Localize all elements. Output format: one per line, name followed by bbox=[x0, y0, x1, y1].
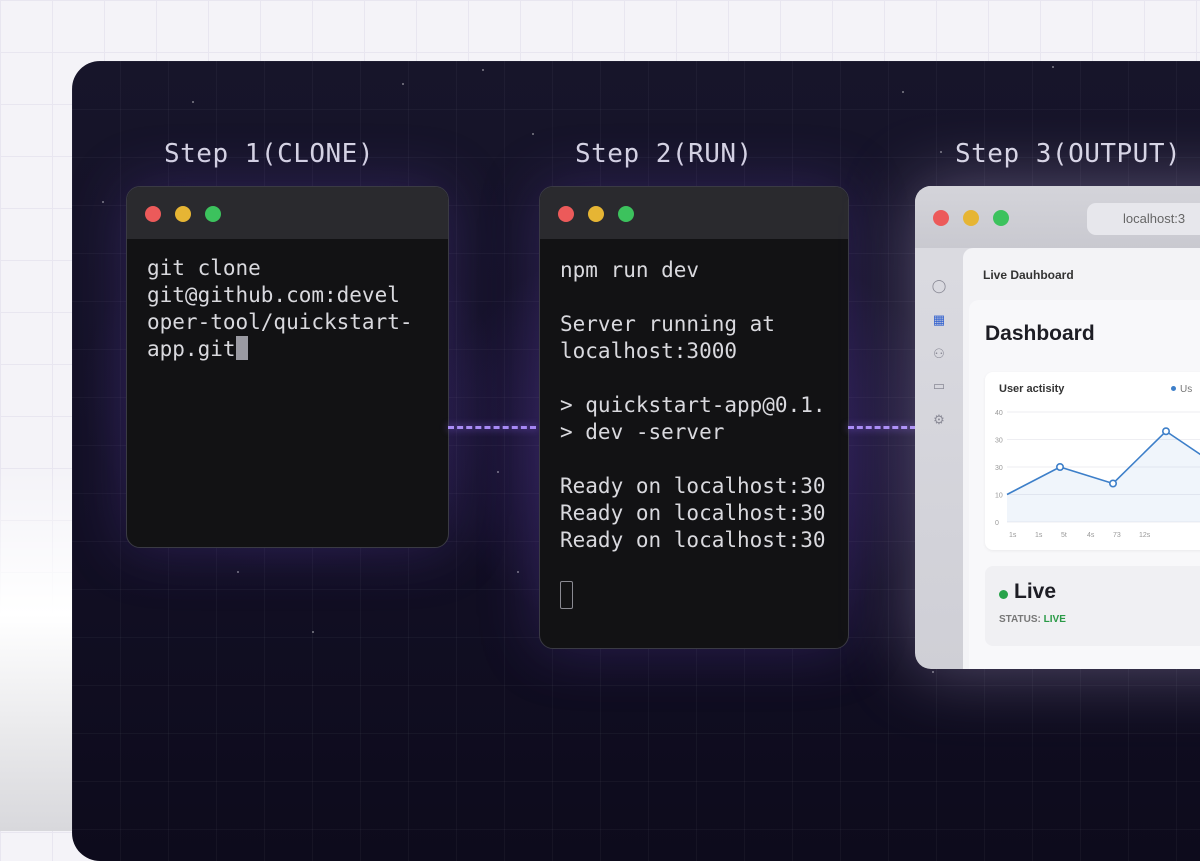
close-window-button[interactable] bbox=[558, 206, 574, 222]
dashboard-panel: Live Dauhboard Dashboard User actisity U… bbox=[963, 248, 1200, 669]
terminal-output[interactable]: npm run dev Server running at localhost:3… bbox=[540, 239, 848, 628]
data-point bbox=[1056, 463, 1065, 472]
browser-window: localhost:3 ◯ ▦ ⚇ ▭ ⚙ Live Dauhboard Das… bbox=[915, 186, 1200, 669]
live-label: Live bbox=[1014, 580, 1057, 603]
status-value: LIVE bbox=[1043, 614, 1066, 625]
x-tick-label: 5t bbox=[1061, 532, 1067, 539]
x-tick-label: 12s bbox=[1139, 532, 1151, 539]
folder-icon[interactable]: ▭ bbox=[931, 378, 947, 394]
terminal-titlebar bbox=[127, 187, 448, 239]
step-connector bbox=[448, 426, 536, 429]
terminal-line: app.git bbox=[147, 337, 236, 361]
terminal-line: git clone bbox=[147, 256, 261, 280]
settings-icon[interactable]: ⚙ bbox=[931, 412, 947, 428]
address-bar[interactable]: localhost:3 bbox=[1087, 203, 1200, 235]
y-tick-label: 40 bbox=[995, 410, 1003, 417]
x-tick-label: 1s bbox=[1035, 532, 1043, 539]
app-sidebar: ◯ ▦ ⚇ ▭ ⚙ bbox=[915, 248, 963, 669]
series-area bbox=[1007, 431, 1200, 522]
terminal-line: oper-tool/quickstart- bbox=[147, 310, 413, 334]
dashboard-card: Dashboard User actisity Us 0 10 30 30 40 1s 1s… bbox=[969, 300, 1200, 669]
text-cursor bbox=[560, 581, 573, 609]
y-tick-label: 30 bbox=[995, 465, 1003, 472]
terminal-output[interactable]: git clone git@github.com:devel oper-tool/q… bbox=[127, 239, 448, 379]
step-connector bbox=[848, 426, 916, 429]
x-tick-label: 4s bbox=[1087, 532, 1095, 539]
minimize-window-button[interactable] bbox=[175, 206, 191, 222]
terminal-line: git@github.com:devel bbox=[147, 283, 400, 307]
y-tick-label: 10 bbox=[995, 493, 1003, 500]
text-cursor bbox=[235, 336, 248, 360]
users-icon[interactable]: ⚇ bbox=[931, 346, 947, 362]
hero-stage: Step 1(CLONE) Step 2(RUN) Step 3(OUTPUT)… bbox=[72, 61, 1200, 861]
terminal-line: > dev -server bbox=[560, 420, 725, 444]
y-tick-label: 30 bbox=[995, 438, 1003, 445]
step-3-label: Step 3(OUTPUT) bbox=[955, 139, 1182, 169]
breadcrumb[interactable]: Live Dauhboard bbox=[983, 268, 1074, 282]
step-1-label: Step 1(CLONE) bbox=[164, 139, 374, 169]
terminal-titlebar bbox=[540, 187, 848, 239]
live-status-card: Live STATUS: LIVE bbox=[985, 566, 1200, 646]
terminal-line: Ready on localhost:30 bbox=[560, 501, 826, 525]
circle-icon[interactable]: ◯ bbox=[931, 278, 947, 294]
clone-terminal-window: git clone git@github.com:devel oper-tool/q… bbox=[126, 186, 449, 548]
run-terminal-window: npm run dev Server running at localhost:3… bbox=[539, 186, 849, 649]
terminal-line: Ready on localhost:30 bbox=[560, 528, 826, 552]
close-window-button[interactable] bbox=[145, 206, 161, 222]
background-fade bbox=[0, 470, 80, 831]
browser-titlebar: localhost:3 bbox=[915, 186, 1200, 248]
line-chart: 0 10 30 30 40 1s 1s 5t 4s 73 12s bbox=[995, 410, 1200, 539]
terminal-line: npm run dev bbox=[560, 258, 700, 282]
status-label: STATUS: bbox=[999, 614, 1041, 625]
data-point bbox=[1109, 479, 1118, 488]
maximize-window-button[interactable] bbox=[993, 210, 1009, 226]
page-title: Dashboard bbox=[985, 322, 1095, 345]
grid-icon[interactable]: ▦ bbox=[931, 312, 947, 328]
terminal-line: localhost:3000 bbox=[560, 339, 738, 363]
close-window-button[interactable] bbox=[933, 210, 949, 226]
maximize-window-button[interactable] bbox=[618, 206, 634, 222]
terminal-line: Ready on localhost:30 bbox=[560, 474, 826, 498]
y-tick-label: 0 bbox=[995, 520, 999, 527]
step-2-label: Step 2(RUN) bbox=[575, 139, 753, 169]
minimize-window-button[interactable] bbox=[588, 206, 604, 222]
x-tick-label: 1s bbox=[1009, 532, 1017, 539]
data-point bbox=[1162, 427, 1171, 436]
x-tick-label: 73 bbox=[1113, 532, 1121, 539]
maximize-window-button[interactable] bbox=[205, 206, 221, 222]
live-indicator-dot bbox=[999, 590, 1008, 599]
user-activity-chart-card: User actisity Us 0 10 30 30 40 1s 1s 5t 4s 73 12s bbox=[985, 372, 1200, 550]
minimize-window-button[interactable] bbox=[963, 210, 979, 226]
terminal-line: > quickstart-app@0.1. bbox=[560, 393, 826, 417]
terminal-line: Server running at bbox=[560, 312, 775, 336]
status-line: STATUS: LIVE bbox=[999, 614, 1066, 625]
